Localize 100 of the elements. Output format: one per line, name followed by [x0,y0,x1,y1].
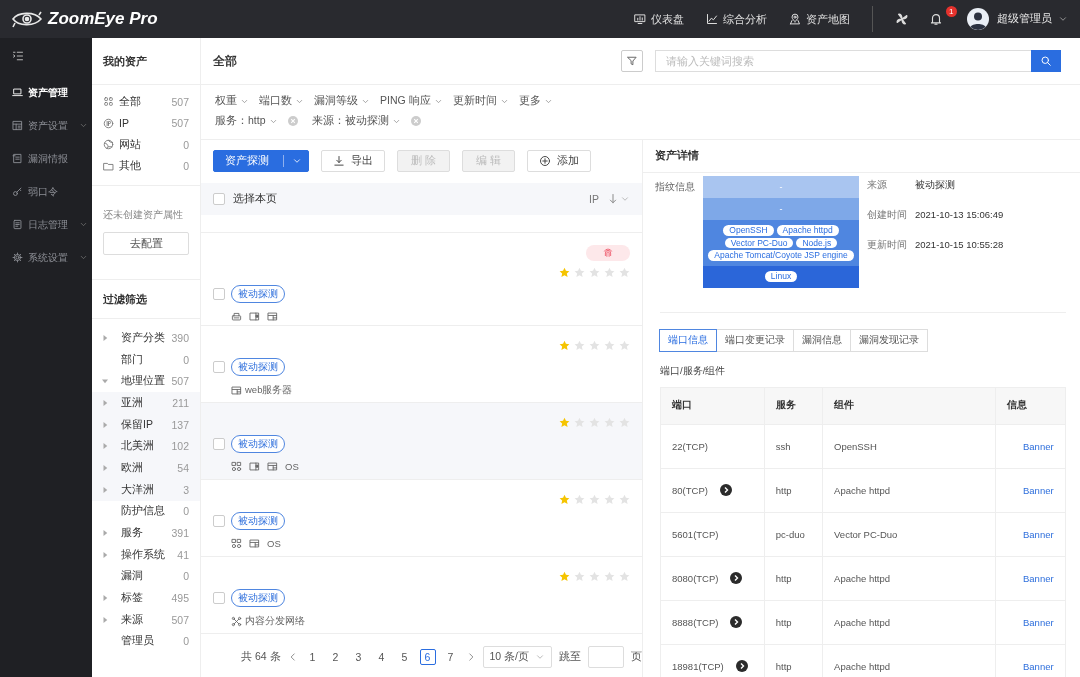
tab[interactable]: 端口变更记录 [716,328,794,352]
banner-link[interactable]: Banner [1007,572,1054,584]
filter-label[interactable]: 资产分类 [121,330,165,345]
category-label[interactable]: 其他 [119,159,141,174]
checkbox[interactable] [213,515,225,527]
caret-icon[interactable] [102,486,108,493]
category-label[interactable]: IP [119,117,129,130]
export-button[interactable]: 导出 [321,150,385,172]
page-button[interactable]: 5 [396,649,413,665]
filter-label[interactable]: 欧洲 [121,460,143,475]
table-cell: http [764,468,823,512]
arrow-circle-icon[interactable] [719,484,732,496]
filter-label[interactable]: 服务 [121,526,143,541]
page-input[interactable] [588,646,625,668]
clear-icon[interactable] [287,116,298,126]
caret-icon[interactable] [102,443,108,450]
category-label[interactable]: 全部 [119,94,141,109]
page-button[interactable]: 4 [373,649,390,665]
sidebar-item[interactable]: 资产管理 [0,76,92,109]
filter-label[interactable]: 亚洲 [121,395,143,410]
tab[interactable]: 漏洞信息 [793,328,851,352]
nav-link[interactable]: 仪表盘 [634,11,684,27]
star-icon [589,493,600,505]
filter-label[interactable]: 防护信息 [121,504,165,519]
configure-button[interactable]: 去配置 [103,232,189,255]
filter-chip[interactable]: 服务：http [215,114,278,128]
caret-icon[interactable] [102,421,108,428]
filter-label[interactable]: 部门 [121,352,143,367]
banner-link[interactable]: Banner [1007,616,1054,628]
filter-label[interactable]: 标签 [121,591,143,606]
arrow-circle-icon[interactable] [735,660,748,672]
caret-icon[interactable] [102,378,108,385]
filter-dropdown[interactable]: 更多 [518,94,553,108]
filter-label[interactable]: 漏洞 [121,569,143,584]
filter-label[interactable]: 管理员 [121,634,154,649]
table-cell: Apache httpd [822,468,996,512]
nav-link[interactable]: 资产地图 [789,11,850,27]
asset-row[interactable]: 被动探测 内容分发网络 [201,557,642,634]
banner-link[interactable]: Banner [1007,484,1054,496]
caret-icon[interactable] [102,595,108,602]
user-name[interactable]: 超级管理员 [997,12,1052,26]
filter-label[interactable]: 操作系统 [121,547,165,562]
sidebar-item[interactable]: 弱口令 [0,175,92,208]
arrow-circle-icon[interactable] [730,572,743,584]
checkbox[interactable] [213,361,225,373]
search-field[interactable]: 请输入关键词搜索 [655,50,1031,72]
checkbox[interactable] [213,193,225,205]
checkbox[interactable] [213,288,225,300]
filter-label[interactable]: 地理位置 [121,374,165,389]
page-size-select[interactable]: 10 条/页 [482,646,553,668]
filter-label[interactable]: 大洋洲 [121,482,154,497]
clear-icon[interactable] [410,116,421,126]
page-button[interactable]: 1 [304,649,321,665]
component-tag: Linux [764,271,798,282]
add-button[interactable]: 添加 [526,150,591,172]
page-button[interactable]: 2 [327,649,344,665]
sidebar-item[interactable]: 漏洞情报 [0,142,92,175]
asset-row[interactable]: 被动探测 OS [201,480,642,557]
filter-label[interactable]: 来源 [121,612,143,627]
page-button[interactable]: 6 [419,649,436,665]
sort-label[interactable]: IP [589,193,599,205]
caret-icon[interactable] [102,551,108,558]
caret-icon[interactable] [102,464,108,471]
banner-link[interactable]: Banner [1007,440,1054,452]
checkbox[interactable] [213,438,225,450]
caret-icon[interactable] [102,399,108,406]
filter-dropdown[interactable]: 权重 [215,94,249,108]
page-button[interactable]: 7 [442,649,459,665]
search-button[interactable] [1031,50,1061,72]
filter-dropdown[interactable]: 更新时间 [452,94,509,108]
caret-icon[interactable] [102,616,108,623]
caret-icon[interactable] [102,334,108,341]
split-button[interactable]: 资产探测 [213,150,309,172]
filter-chip[interactable]: 来源：被动探测 [311,114,401,128]
page-button[interactable]: 3 [350,649,367,665]
select-all-label[interactable]: 选择本页 [233,192,277,206]
star-icon [574,493,585,505]
source-tag: 被动探测 [231,435,285,453]
tab[interactable]: 漏洞发现记录 [850,328,928,352]
category-label[interactable]: 网站 [119,137,141,152]
banner-link[interactable]: Banner [1007,528,1054,540]
sidebar-item[interactable]: 系统设置 [0,241,92,274]
tab[interactable]: 端口信息 [659,328,717,352]
nav-link[interactable]: 综合分析 [706,11,767,27]
asset-row[interactable]: 被动探测 [201,233,642,326]
sidebar-item[interactable]: 资产设置 [0,109,92,142]
sidebar-item[interactable]: 日志管理 [0,208,92,241]
arrow-circle-icon[interactable] [730,616,743,628]
filter-dropdown[interactable]: PING 响应 [380,94,443,108]
avatar-icon[interactable] [967,8,989,30]
filter-dropdown[interactable]: 漏洞等级 [314,94,370,108]
filter-button[interactable] [621,50,643,72]
caret-icon[interactable] [102,530,108,537]
filter-label[interactable]: 保留IP [121,417,153,432]
column-header: 服务 [764,387,823,424]
filter-count: 3 [183,483,189,496]
checkbox[interactable] [213,592,225,604]
filter-dropdown[interactable]: 端口数 [259,94,304,108]
filter-label[interactable]: 北美洲 [121,439,154,454]
asset-row[interactable]: 被动探测 OS [201,403,642,480]
